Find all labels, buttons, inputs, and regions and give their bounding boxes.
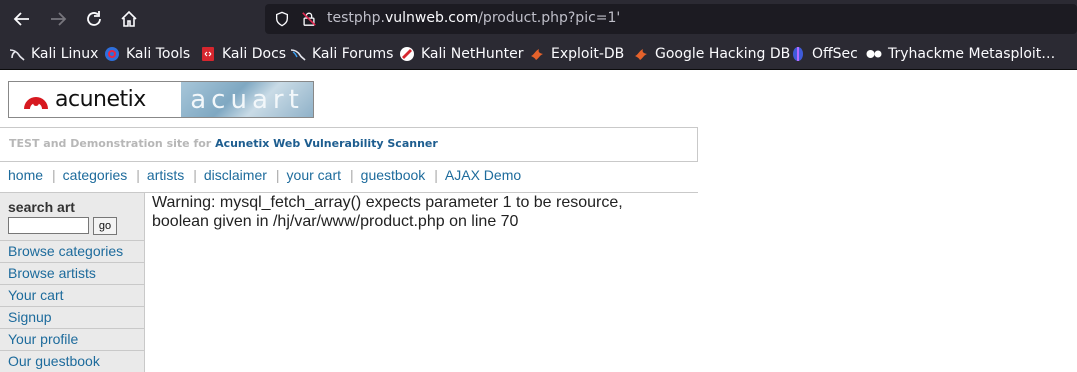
shield-icon[interactable] <box>273 10 291 28</box>
menu-separator: | <box>350 167 354 183</box>
search-art-heading: search art <box>8 199 75 215</box>
site-tagline: TEST and Demonstration site for Acunetix… <box>0 127 698 162</box>
exploit-db-icon <box>531 49 543 60</box>
sidebar-signup[interactable]: Signup <box>0 307 144 329</box>
web-page: acunetix acuart TEST and Demonstration s… <box>0 70 1077 372</box>
menu-separator: | <box>275 167 280 183</box>
sidebar-your-cart[interactable]: Your cart <box>0 285 144 307</box>
kali-docs-icon <box>202 47 214 61</box>
bookmark-kali-tools[interactable]: Kali Tools <box>104 45 190 63</box>
bookmark-label: Kali Linux <box>31 46 99 62</box>
site-logo[interactable]: acunetix acuart <box>8 81 314 118</box>
bookmark-kali-docs[interactable]: Kali Docs <box>200 45 286 63</box>
bookmark-label: Exploit-DB <box>551 46 625 62</box>
acunetix-mark-icon <box>24 96 48 109</box>
bookmark-offsec[interactable]: OffSec <box>790 45 858 63</box>
bookmark-tryhackme[interactable]: Tryhackme Metasploit… <box>866 45 1055 63</box>
menu-separator: | <box>193 167 197 183</box>
bookmark-label: Kali Docs <box>222 46 287 62</box>
menu-separator: | <box>434 167 438 183</box>
home-button[interactable] <box>117 7 141 31</box>
bookmark-label: Kali Forums <box>312 46 394 62</box>
bookmark-label: Google Hacking DB <box>655 46 791 62</box>
sidebar-links: Browse categories Browse artists Your ca… <box>0 241 144 372</box>
sidebar: search art go Browse categories Browse a… <box>0 193 145 372</box>
menu-guestbook[interactable]: guestbook <box>361 167 426 183</box>
menu-artists[interactable]: artists <box>147 167 184 183</box>
sidebar-browse-artists[interactable]: Browse artists <box>0 263 144 285</box>
reload-button[interactable] <box>82 7 106 31</box>
sidebar-your-profile[interactable]: Your profile <box>0 329 144 351</box>
acunetix-scanner-link[interactable]: Acunetix Web Vulnerability Scanner <box>215 137 438 150</box>
menu-separator: | <box>136 167 140 183</box>
url-host: vulnweb.com <box>384 10 479 26</box>
search-art-input[interactable] <box>8 217 89 234</box>
menu-ajax-demo[interactable]: AJAX Demo <box>445 167 521 183</box>
back-button[interactable] <box>10 7 34 31</box>
google-hacking-db-icon <box>635 49 647 60</box>
url-bar[interactable]: testphp.vulnweb.com/product.php?pic=1' <box>265 4 1077 34</box>
home-icon <box>121 10 137 27</box>
back-arrow-icon <box>13 12 29 26</box>
sidebar-our-guestbook[interactable]: Our guestbook <box>0 351 144 372</box>
kali-forums-icon <box>290 49 306 61</box>
tagline-prefix: TEST and Demonstration site for <box>9 137 212 150</box>
url-prefix: testphp. <box>327 10 385 26</box>
bookmark-google-hacking-db[interactable]: Google Hacking DB <box>633 45 790 63</box>
forward-button[interactable] <box>46 7 70 31</box>
main-menu: home | categories | artists | disclaimer… <box>8 165 521 185</box>
menu-separator: | <box>52 167 56 183</box>
acunetix-logo: acunetix <box>9 82 181 117</box>
acunetix-wordmark: acunetix <box>55 87 146 112</box>
bookmark-label: Tryhackme Metasploit… <box>888 46 1056 62</box>
bookmark-label: Kali NetHunter <box>421 46 524 62</box>
menu-your-cart[interactable]: your cart <box>287 167 341 183</box>
kali-linux-icon <box>9 49 25 61</box>
browser-toolbar: testphp.vulnweb.com/product.php?pic=1' <box>0 0 1077 37</box>
forward-arrow-icon <box>51 12 67 26</box>
menu-home[interactable]: home <box>8 167 43 183</box>
kali-tools-icon <box>105 47 119 61</box>
url-path: /product.php?pic=1' <box>478 10 621 26</box>
offsec-icon <box>793 47 803 61</box>
reload-icon <box>87 11 101 26</box>
acuart-wordmark: acuart <box>190 84 304 115</box>
bookmark-label: OffSec <box>812 46 858 62</box>
bookmark-kali-linux[interactable]: Kali Linux <box>9 45 98 63</box>
insecure-lock-icon[interactable] <box>300 10 318 28</box>
search-go-button[interactable]: go <box>93 217 117 235</box>
bookmark-label: Kali Tools <box>126 46 191 62</box>
menu-categories[interactable]: categories <box>63 167 128 183</box>
tryhackme-icon <box>866 50 882 58</box>
bookmark-kali-forums[interactable]: Kali Forums <box>290 45 393 63</box>
kali-nethunter-icon <box>400 47 414 61</box>
php-warning-message: Warning: mysql_fetch_array() expects par… <box>152 194 623 230</box>
sidebar-browse-categories[interactable]: Browse categories <box>0 241 144 263</box>
url-text[interactable]: testphp.vulnweb.com/product.php?pic=1' <box>327 10 620 26</box>
acuart-logo: acuart <box>181 82 313 117</box>
bookmark-kali-nethunter[interactable]: Kali NetHunter <box>399 45 523 63</box>
menu-disclaimer[interactable]: disclaimer <box>204 167 267 183</box>
bookmark-exploit-db[interactable]: Exploit-DB <box>529 45 624 63</box>
bookmarks-toolbar: Kali Linux Kali Tools Kali Docs Kali For… <box>0 37 1077 70</box>
